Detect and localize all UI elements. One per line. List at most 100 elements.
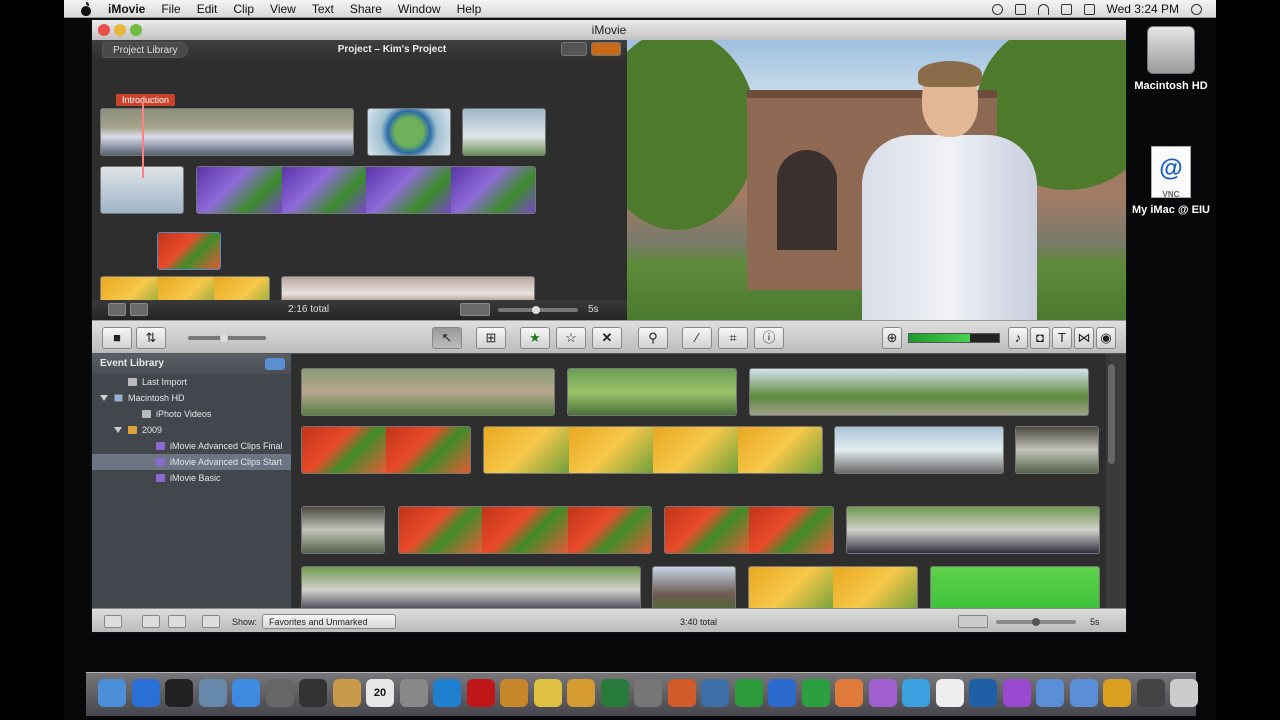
play-button[interactable] [130, 303, 148, 316]
quicktime-icon[interactable] [969, 679, 997, 707]
event-clip[interactable] [930, 566, 1100, 608]
facetime-icon[interactable] [299, 679, 327, 707]
event-clip[interactable] [301, 426, 471, 474]
imovie-icon[interactable] [533, 679, 562, 707]
mark-favorite-button[interactable]: ★ [520, 327, 550, 349]
reject-button[interactable]: ✕ [592, 327, 622, 349]
event-list-item[interactable]: iMovie Advanced Clips Final [92, 438, 291, 454]
title-tag[interactable]: Introduction [116, 94, 176, 106]
word-icon[interactable] [768, 679, 796, 707]
menu-share[interactable]: Share [342, 0, 390, 18]
event-clip[interactable] [567, 368, 737, 416]
photos-browser-button[interactable]: ◘ [1030, 327, 1050, 349]
project-clip[interactable] [157, 232, 221, 270]
powerpoint-icon[interactable] [835, 679, 863, 707]
mail-icon[interactable] [265, 679, 294, 707]
dashboard-icon[interactable] [165, 679, 193, 707]
unmark-button[interactable]: ☆ [556, 327, 586, 349]
entourage-icon[interactable] [868, 679, 897, 707]
project-zoom-knob[interactable] [532, 306, 540, 314]
time-machine-icon[interactable] [991, 3, 1003, 15]
swap-events-projects-button[interactable]: ⇅ [136, 327, 166, 349]
time-machine-icon[interactable] [600, 679, 629, 707]
finder-icon[interactable] [98, 679, 126, 707]
app-store-icon[interactable] [131, 679, 160, 707]
address-book-icon[interactable] [332, 679, 361, 707]
audio-waveform-button[interactable] [460, 303, 490, 316]
event-list-item[interactable]: iPhoto Videos [92, 406, 291, 422]
menu-file[interactable]: File [153, 0, 188, 18]
browser-audio-waveform-button[interactable] [958, 615, 988, 628]
menu-edit[interactable]: Edit [189, 0, 226, 18]
menu-text[interactable]: Text [304, 0, 342, 18]
project-clip[interactable] [196, 166, 536, 214]
ical-icon[interactable]: 20 [366, 679, 394, 707]
bluetooth-icon[interactable] [1014, 3, 1026, 15]
event-clip[interactable] [301, 368, 555, 416]
menu-view[interactable]: View [262, 0, 304, 18]
spotlight-search-icon[interactable] [1191, 3, 1202, 15]
event-search-button[interactable] [202, 615, 220, 628]
event-clip[interactable] [834, 426, 1004, 474]
inspector-button[interactable]: ⓘ [754, 327, 784, 349]
preview-icon[interactable] [399, 679, 428, 707]
play-fullscreen-event-button[interactable] [142, 615, 160, 628]
xcode-icon[interactable] [701, 679, 729, 707]
maps-backgrounds-button[interactable]: ◉ [1096, 327, 1116, 349]
event-list-item[interactable]: 2009 [92, 422, 291, 438]
menu-window[interactable]: Window [390, 0, 449, 18]
menu-help[interactable]: Help [449, 0, 490, 18]
crop-adjust-tool-button[interactable]: ⊞ [476, 327, 506, 349]
menu-clock[interactable]: Wed 3:24 PM [1107, 2, 1179, 16]
event-list-item[interactable]: iMovie Basic [92, 470, 291, 486]
show-filter-select[interactable]: Favorites and Unmarked [262, 614, 396, 629]
messenger-icon[interactable] [902, 679, 930, 707]
keynote-icon[interactable] [667, 679, 696, 707]
event-browser-scrollbar[interactable] [1106, 354, 1117, 608]
console-icon[interactable] [1136, 679, 1165, 707]
trash-icon[interactable] [1170, 679, 1198, 707]
add-to-project-button[interactable] [104, 615, 122, 628]
event-list-item[interactable]: Last Import [92, 374, 291, 390]
system-preferences-icon[interactable] [634, 679, 662, 707]
excel-icon[interactable] [801, 679, 830, 707]
event-clip[interactable] [664, 506, 834, 554]
menu-app-name[interactable]: iMovie [100, 0, 153, 18]
event-clip[interactable] [1015, 426, 1099, 474]
camera-import-button[interactable]: ■ [102, 327, 132, 349]
keyword-tool-button[interactable]: ⚲ [638, 327, 668, 349]
project-clip[interactable] [367, 108, 451, 156]
project-clip[interactable] [462, 108, 546, 156]
voiceover-button[interactable]: ⊕ [882, 327, 902, 349]
menu-clip[interactable]: Clip [225, 0, 262, 18]
garageband-icon[interactable] [567, 679, 595, 707]
play-event-button[interactable] [168, 615, 186, 628]
event-list-item[interactable]: iMovie Advanced Clips Start [92, 454, 291, 470]
transitions-browser-button[interactable]: ⋈ [1074, 327, 1094, 349]
window-titlebar[interactable]: iMovie [92, 20, 1126, 40]
safari-icon[interactable] [232, 679, 260, 707]
system-prefs-wrench-icon[interactable] [198, 679, 227, 707]
project-view-options-button[interactable] [561, 42, 587, 56]
event-clip[interactable] [749, 368, 1089, 416]
stack-icon[interactable] [1103, 679, 1131, 707]
scrollbar-thumb[interactable] [1108, 364, 1115, 464]
event-list-item[interactable]: Macintosh HD [92, 390, 291, 406]
itunes-icon[interactable] [433, 679, 461, 707]
event-clip[interactable] [301, 506, 385, 554]
iphoto-icon[interactable] [500, 679, 528, 707]
photo-booth-icon[interactable] [466, 679, 495, 707]
project-storyboard[interactable]: Introduction [92, 60, 627, 320]
documents-icon[interactable] [1069, 679, 1098, 707]
desktop-macintosh-hd[interactable]: Macintosh HD [1126, 26, 1216, 92]
music-sound-effects-button[interactable]: ♪ [1008, 327, 1028, 349]
event-clip[interactable] [301, 566, 641, 608]
apple-menu-icon[interactable] [80, 1, 92, 16]
play-fullscreen-button[interactable] [108, 303, 126, 316]
close-window-button[interactable] [98, 24, 110, 36]
grid-icon[interactable] [935, 679, 964, 707]
zoom-window-button[interactable] [130, 24, 142, 36]
project-clip[interactable] [100, 108, 354, 156]
wifi-icon[interactable] [1037, 3, 1049, 15]
titles-browser-button[interactable]: T [1052, 327, 1072, 349]
